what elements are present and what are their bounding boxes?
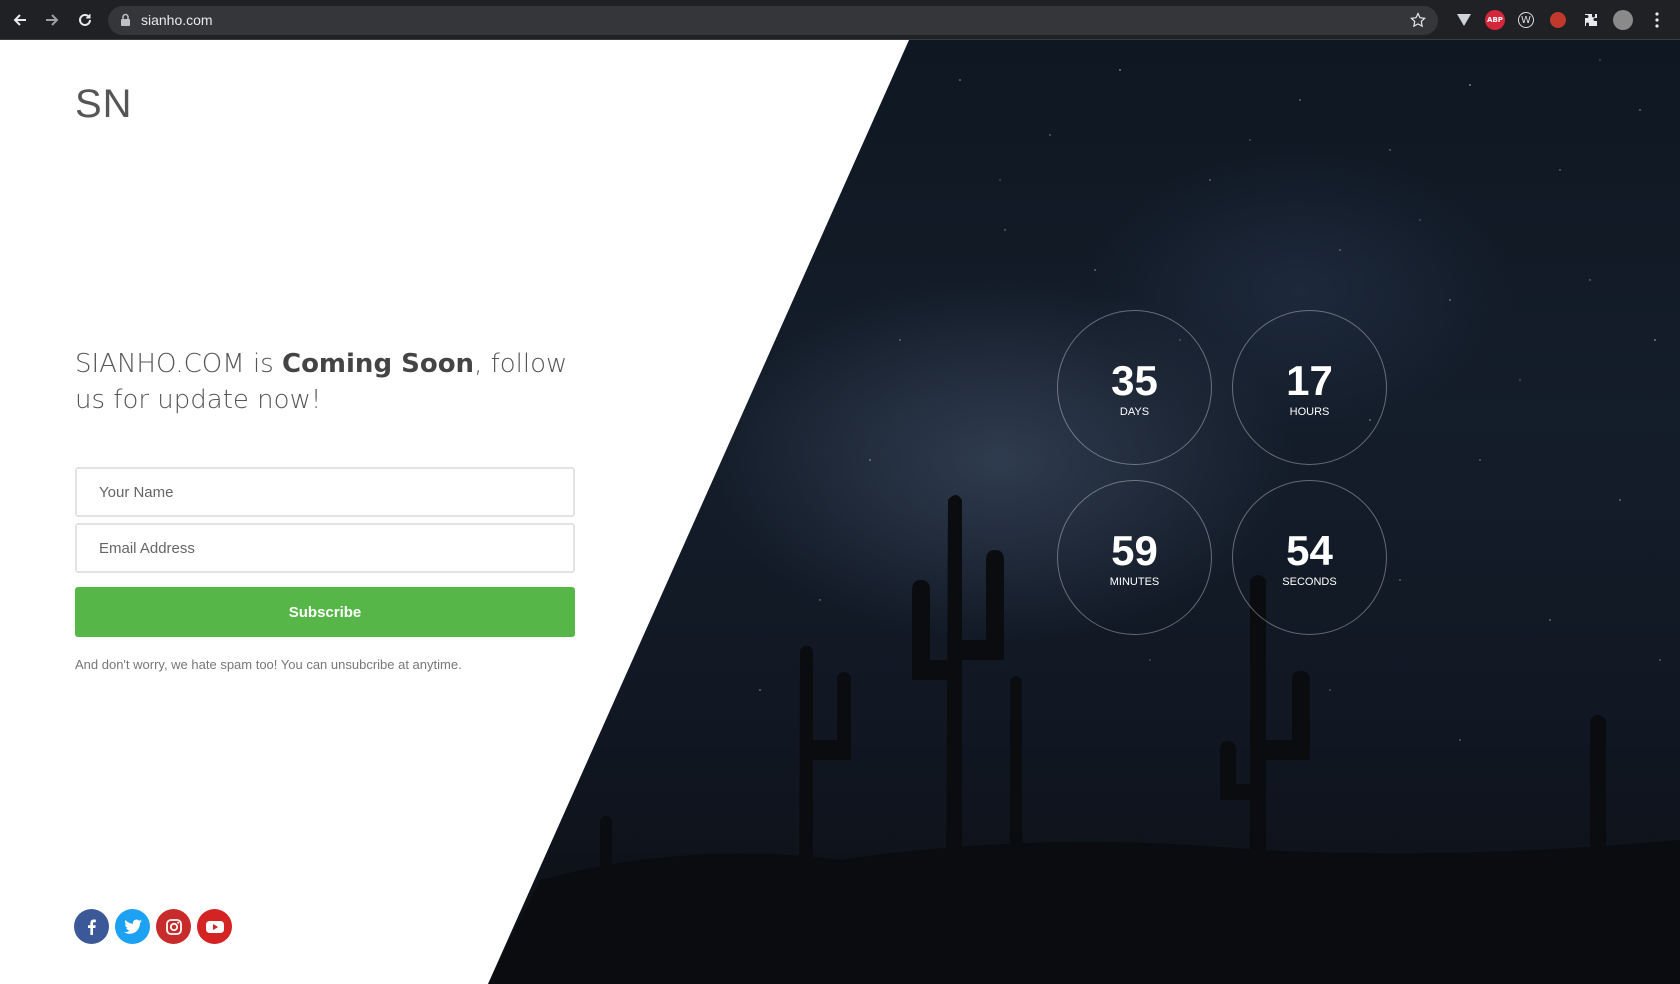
days-value: 35 [1111, 356, 1158, 404]
email-input[interactable] [75, 523, 575, 573]
countdown-days: 35 DAYS [1057, 310, 1212, 465]
headline-prefix: SIANHO.COM is [75, 349, 282, 379]
minutes-value: 59 [1111, 526, 1158, 574]
seconds-value: 54 [1286, 526, 1333, 574]
countdown-minutes: 59 MINUTES [1057, 480, 1212, 635]
hours-value: 17 [1286, 356, 1333, 404]
address-bar[interactable]: sianho.com [108, 6, 1438, 35]
instagram-icon[interactable] [156, 909, 191, 944]
site-logo[interactable]: SN [75, 82, 133, 127]
vivaldi-icon[interactable] [1454, 10, 1474, 30]
menu-dots-icon[interactable] [1647, 10, 1667, 30]
days-label: DAYS [1119, 405, 1150, 418]
twitter-icon[interactable] [115, 909, 150, 944]
headline-bold: Coming Soon [281, 349, 475, 379]
forward-icon[interactable] [41, 9, 63, 31]
seconds-label: SECONDS [1282, 575, 1337, 588]
facebook-icon[interactable] [74, 909, 109, 944]
url-text: sianho.com [141, 12, 213, 28]
subscribe-button[interactable]: Subscribe [75, 587, 575, 637]
back-icon[interactable] [9, 9, 31, 31]
spam-note: And don't worry, we hate spam too! You c… [75, 657, 462, 672]
page-viewport: SN SIANHO.COM is Coming Soon, follow us … [0, 40, 1680, 984]
lock-icon [120, 13, 131, 32]
browser-toolbar: sianho.com ABP W [0, 0, 1680, 40]
minutes-label: MINUTES [1109, 575, 1160, 588]
adblock-plus-icon[interactable]: ABP [1485, 10, 1505, 30]
countdown-seconds: 54 SECONDS [1232, 480, 1387, 635]
hours-label: HOURS [1289, 405, 1330, 418]
reload-icon[interactable] [74, 9, 96, 31]
youtube-icon[interactable] [197, 909, 232, 944]
w-icon[interactable]: W [1518, 12, 1534, 28]
profile-avatar[interactable] [1613, 10, 1633, 30]
name-input[interactable] [75, 467, 575, 517]
puzzle-icon[interactable] [1581, 10, 1601, 30]
bookmark-star-icon[interactable] [1410, 12, 1426, 33]
countdown-hours: 17 HOURS [1232, 310, 1387, 465]
social-links [74, 909, 232, 944]
coming-soon-headline: SIANHO.COM is Coming Soon, follow us for… [75, 346, 595, 418]
red-extension-icon[interactable] [1550, 12, 1566, 28]
